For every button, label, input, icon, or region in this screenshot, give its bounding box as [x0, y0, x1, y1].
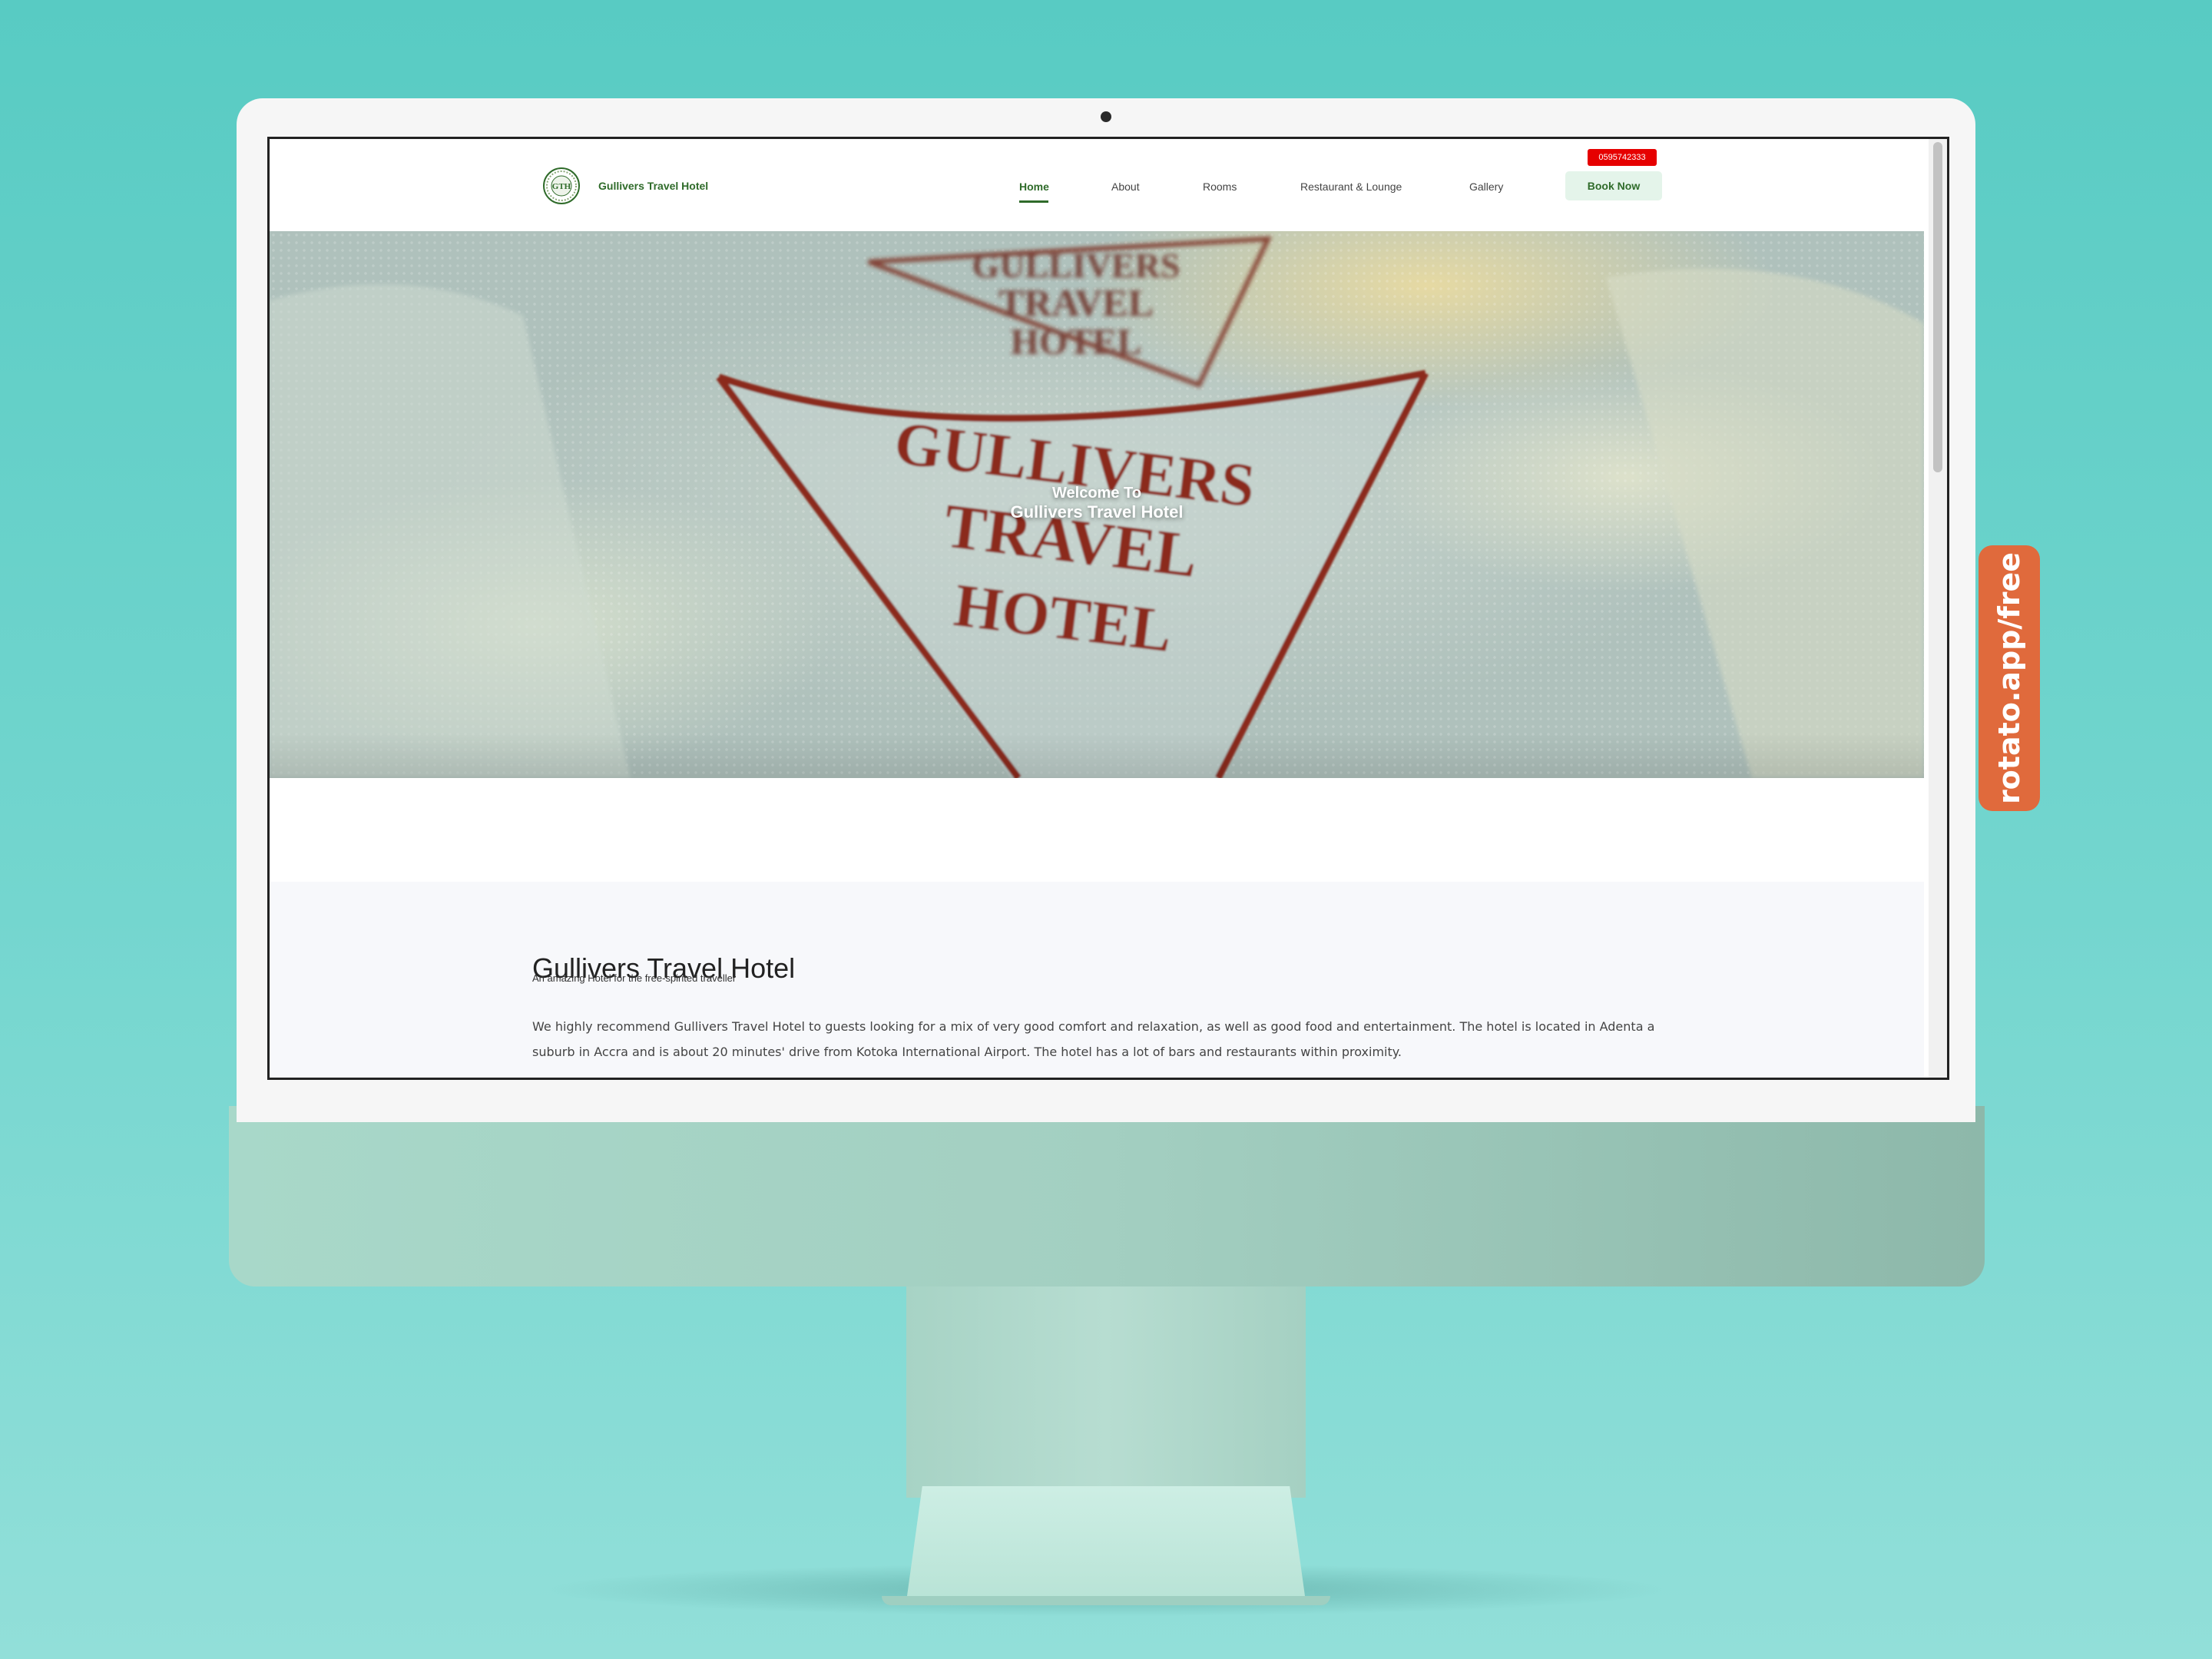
- camera-dot: [1101, 111, 1111, 122]
- nav-restaurant-lounge[interactable]: Restaurant & Lounge: [1300, 180, 1402, 193]
- browser-viewport: GTH Gullivers Travel Hotel Home About Ro…: [267, 137, 1949, 1080]
- watermark-text: rotato.app/free: [1992, 551, 2026, 805]
- nav-active-underline: [1019, 200, 1048, 203]
- hero-bottom-shade: [270, 732, 1924, 778]
- nav-rooms[interactable]: Rooms: [1203, 180, 1237, 193]
- page-scrollbar[interactable]: [1929, 139, 1947, 1078]
- monitor-stand-neck: [906, 1283, 1306, 1498]
- hotel-logo-icon[interactable]: GTH: [542, 167, 581, 205]
- logo-monogram: GTH: [552, 182, 571, 191]
- watermark-tab[interactable]: rotato.app/free: [1979, 545, 2040, 811]
- hero-welcome-line1: Welcome To: [1052, 485, 1141, 502]
- top-emblem-line3: HOTEL: [1011, 322, 1142, 363]
- top-emblem-line2: TRAVEL: [998, 281, 1154, 324]
- site-header: GTH Gullivers Travel Hotel Home About Ro…: [270, 139, 1924, 231]
- book-now-button[interactable]: Book Now: [1565, 171, 1662, 200]
- nav-home[interactable]: Home: [1019, 180, 1049, 193]
- hero-welcome-line2: Gullivers Travel Hotel: [1010, 502, 1184, 522]
- about-body: We highly recommend Gullivers Travel Hot…: [532, 1019, 1655, 1059]
- brand-name[interactable]: Gullivers Travel Hotel: [598, 180, 708, 192]
- hero-banner: GULLIVERS TRAVEL HOTEL GULLIVERS TRAVEL …: [270, 231, 1924, 778]
- about-subtitle: An amazing Hotel for the free-spirited t…: [532, 972, 737, 984]
- top-emblem-line1: GULLIVERS: [972, 246, 1181, 285]
- nav-about[interactable]: About: [1111, 180, 1140, 193]
- monitor-chin: [229, 1106, 1985, 1286]
- phone-badge[interactable]: 0595742333: [1588, 149, 1657, 166]
- monitor-stand-foot: [882, 1596, 1330, 1605]
- nav-gallery[interactable]: Gallery: [1469, 180, 1503, 193]
- about-section: Gullivers Travel Hotel An amazing Hotel …: [270, 882, 1924, 1078]
- monitor-stand-base: [906, 1486, 1306, 1601]
- scrollbar-thumb[interactable]: [1933, 142, 1942, 472]
